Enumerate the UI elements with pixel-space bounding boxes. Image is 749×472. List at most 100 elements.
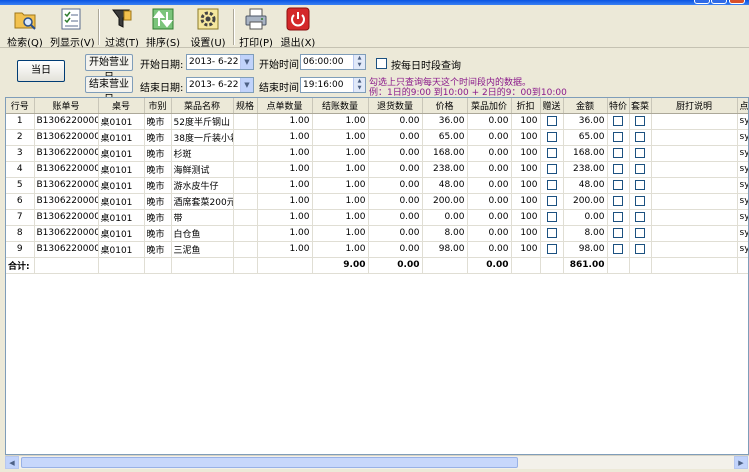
dropdown-arrow-icon[interactable]: ▼ (240, 55, 253, 69)
special-cell[interactable] (607, 225, 630, 242)
special-checkbox[interactable] (613, 131, 623, 142)
gift-cell[interactable] (540, 225, 564, 242)
scrollbar-thumb[interactable] (21, 457, 518, 468)
special-cell[interactable] (607, 193, 630, 210)
special-checkbox[interactable] (613, 163, 623, 174)
special-cell[interactable] (607, 241, 630, 258)
special-checkbox[interactable] (613, 179, 623, 190)
set-cell[interactable] (629, 129, 652, 146)
gift-checkbox[interactable] (546, 243, 557, 254)
set-cell[interactable] (629, 241, 652, 258)
special-checkbox[interactable] (613, 147, 623, 158)
column-header[interactable]: 折扣 (511, 98, 541, 114)
set-checkbox[interactable] (635, 243, 645, 254)
table-row[interactable]: 6B13062200001桌0101晚市酒席套菜200元1.001.000.00… (6, 193, 748, 210)
minimize-button[interactable] (694, 0, 710, 4)
set-cell[interactable] (629, 161, 652, 178)
gift-cell[interactable] (540, 145, 564, 162)
column-header[interactable]: 特价 (607, 98, 630, 114)
column-header[interactable]: 点单数量 (257, 98, 313, 114)
column-header[interactable]: 金额 (563, 98, 608, 114)
special-cell[interactable] (607, 145, 630, 162)
start-time-input[interactable]: 06:00:00 ▲ ▼ (300, 54, 366, 70)
end-business-day-button[interactable]: 结束营业日 (85, 76, 133, 105)
gift-cell[interactable] (540, 113, 564, 130)
gift-checkbox[interactable] (546, 211, 557, 222)
table-row[interactable]: 3B13062200001桌0101晚市杉斑1.001.000.00168.00… (6, 145, 748, 162)
gift-checkbox[interactable] (546, 147, 557, 158)
filter-button[interactable]: 过滤(T) (104, 7, 140, 49)
table-row[interactable]: 8B13062200001桌0101晚市白仓鱼1.001.000.008.000… (6, 225, 748, 242)
set-cell[interactable] (629, 177, 652, 194)
close-window-button[interactable] (729, 0, 745, 4)
column-header[interactable]: 点菜人 (737, 98, 748, 114)
start-date-picker[interactable]: 2013- 6-22 ▼ (186, 54, 254, 70)
special-checkbox[interactable] (613, 243, 623, 254)
column-header[interactable]: 赠送 (540, 98, 564, 114)
set-checkbox[interactable] (635, 163, 645, 174)
table-row[interactable]: 2B13062200001桌0101晚市38度一斤装小着1.001.000.00… (6, 129, 748, 146)
column-display-button[interactable]: 列显示(V) (50, 7, 95, 49)
set-checkbox[interactable] (635, 115, 645, 126)
column-header[interactable]: 市别 (144, 98, 172, 114)
settings-button[interactable]: 设置(U) (190, 7, 226, 49)
special-checkbox[interactable] (613, 115, 623, 126)
exit-button[interactable]: 退出(X) (280, 7, 316, 49)
table-row[interactable]: 5B13062200001桌0101晚市游水皮牛仔1.001.000.0048.… (6, 177, 748, 194)
gift-checkbox[interactable] (546, 163, 557, 174)
set-cell[interactable] (629, 225, 652, 242)
column-header[interactable]: 行号 (6, 98, 35, 114)
table-row[interactable]: 9B13062200001桌0101晚市三泥鱼1.001.000.0098.00… (6, 241, 748, 258)
today-button[interactable]: 当日 (17, 60, 65, 82)
special-cell[interactable] (607, 209, 630, 226)
special-cell[interactable] (607, 161, 630, 178)
special-cell[interactable] (607, 177, 630, 194)
print-button[interactable]: 打印(P) (238, 7, 274, 49)
column-header[interactable]: 套菜 (629, 98, 652, 114)
set-cell[interactable] (629, 113, 652, 130)
daily-period-checkbox[interactable] (376, 58, 387, 69)
set-checkbox[interactable] (635, 227, 645, 238)
column-header[interactable]: 桌号 (98, 98, 145, 114)
gift-checkbox[interactable] (546, 227, 557, 238)
dropdown-arrow-icon[interactable]: ▼ (240, 78, 253, 92)
special-cell[interactable] (607, 129, 630, 146)
data-grid[interactable]: 行号 账单号 桌号 市别 菜品名称 规格 点单数量 结账数量 退货数量 价格 菜品加价 折扣 赠送 金额特… (5, 97, 749, 455)
gift-checkbox[interactable] (546, 131, 557, 142)
column-header[interactable]: 菜品名称 (171, 98, 234, 114)
spin-arrows-icon[interactable]: ▲ ▼ (353, 55, 365, 69)
set-checkbox[interactable] (635, 147, 645, 158)
gift-cell[interactable] (540, 161, 564, 178)
gift-cell[interactable] (540, 177, 564, 194)
special-checkbox[interactable] (613, 211, 623, 222)
table-row[interactable]: 1B13062200001桌0101晚市52度半斤钢山1.001.000.003… (6, 113, 748, 130)
set-checkbox[interactable] (635, 211, 645, 222)
gift-cell[interactable] (540, 241, 564, 258)
special-checkbox[interactable] (613, 227, 623, 238)
horizontal-scrollbar[interactable]: ◀ ▶ (5, 455, 749, 469)
column-header[interactable]: 菜品加价 (467, 98, 512, 114)
set-checkbox[interactable] (635, 195, 645, 206)
column-header[interactable]: 结账数量 (312, 98, 369, 114)
start-business-day-button[interactable]: 开始营业日 (85, 54, 133, 83)
spin-arrows-icon[interactable]: ▲ ▼ (353, 78, 365, 92)
search-button[interactable]: 检索(Q) (6, 7, 44, 49)
set-cell[interactable] (629, 145, 652, 162)
special-checkbox[interactable] (613, 195, 623, 206)
gift-checkbox[interactable] (546, 115, 557, 126)
set-checkbox[interactable] (635, 131, 645, 142)
special-cell[interactable] (607, 113, 630, 130)
table-row[interactable]: 4B13062200001桌0101晚市海鲜测试1.001.000.00238.… (6, 161, 748, 178)
gift-cell[interactable] (540, 209, 564, 226)
scroll-right-arrow-icon[interactable]: ▶ (734, 456, 748, 469)
end-date-picker[interactable]: 2013- 6-22 ▼ (186, 77, 254, 93)
maximize-button[interactable] (711, 0, 727, 4)
column-header[interactable]: 规格 (233, 98, 258, 114)
set-cell[interactable] (629, 209, 652, 226)
sort-button[interactable]: 排序(S) (145, 7, 181, 49)
column-header[interactable]: 账单号 (34, 98, 99, 114)
set-checkbox[interactable] (635, 179, 645, 190)
gift-cell[interactable] (540, 193, 564, 210)
set-cell[interactable] (629, 193, 652, 210)
gift-checkbox[interactable] (546, 179, 557, 190)
